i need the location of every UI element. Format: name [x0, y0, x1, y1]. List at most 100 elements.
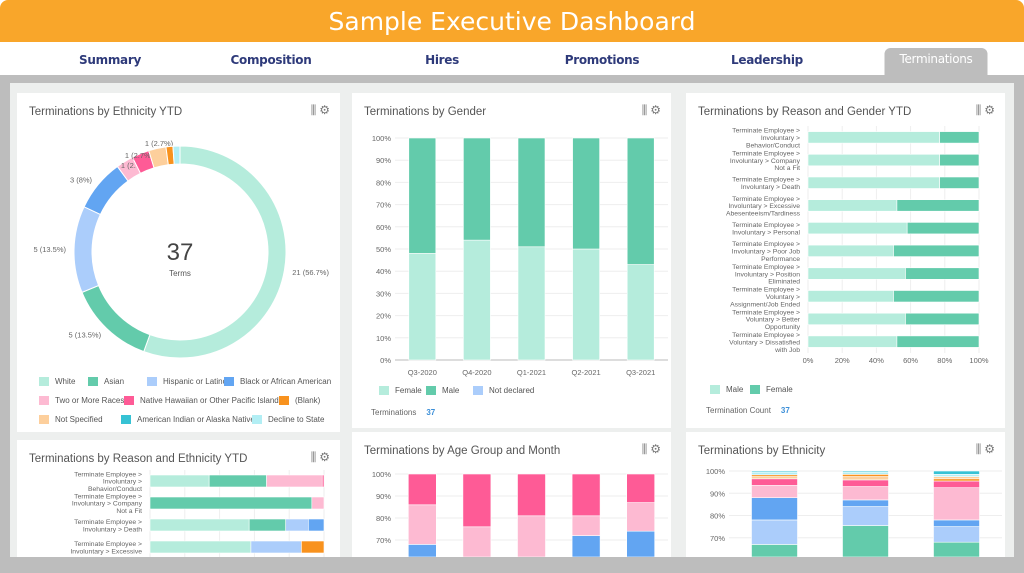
bar-segment[interactable]: [933, 476, 980, 480]
bar-segment[interactable]: [842, 506, 889, 526]
bar-segment[interactable]: [517, 246, 546, 361]
bar-segment[interactable]: [517, 137, 546, 248]
bar-segment[interactable]: [933, 474, 980, 477]
bar-segment[interactable]: [751, 470, 798, 473]
bar-segment[interactable]: [842, 471, 889, 475]
bar-segment[interactable]: [517, 515, 546, 557]
bar-segment[interactable]: [807, 153, 940, 167]
footer-value[interactable]: 37: [781, 406, 790, 415]
donut-slice[interactable]: [73, 206, 102, 294]
legend-item[interactable]: Hispanic or Latino: [147, 377, 227, 386]
bar-segment[interactable]: [572, 137, 600, 250]
bar-segment[interactable]: [807, 176, 940, 189]
legend-item[interactable]: Not Specified: [39, 415, 103, 424]
bar-segment[interactable]: [463, 137, 491, 241]
bar-segment[interactable]: [462, 526, 492, 557]
donut-slice[interactable]: [83, 165, 129, 216]
bar-segment[interactable]: [149, 540, 252, 554]
tab-terminations[interactable]: Terminations: [884, 48, 988, 75]
bar-segment[interactable]: [807, 222, 908, 235]
bar-segment[interactable]: [463, 239, 491, 361]
tab-promotions[interactable]: Promotions: [565, 53, 640, 67]
legend-item[interactable]: Black or African American: [224, 377, 331, 386]
bar-segment[interactable]: [807, 290, 894, 303]
bar-segment[interactable]: [321, 474, 325, 488]
tab-summary[interactable]: Summary: [79, 53, 141, 67]
bar-segment[interactable]: [893, 244, 980, 257]
bar-segment[interactable]: [626, 502, 656, 532]
bar-segment[interactable]: [842, 525, 889, 557]
bar-segment[interactable]: [571, 473, 601, 517]
bar-segment[interactable]: [248, 518, 287, 532]
tab-hires[interactable]: Hires: [425, 53, 459, 67]
legend-item[interactable]: Female: [750, 385, 793, 394]
bar-segment[interactable]: [842, 499, 889, 507]
donut-slice[interactable]: [143, 145, 287, 359]
bar-segment[interactable]: [933, 526, 980, 543]
bar-segment[interactable]: [149, 474, 210, 488]
bar-segment[interactable]: [842, 476, 889, 481]
bar-segment[interactable]: [149, 518, 250, 532]
bar-segment[interactable]: [208, 474, 267, 488]
bar-segment[interactable]: [250, 540, 302, 554]
bar-segment[interactable]: [807, 335, 898, 348]
donut-slice[interactable]: [81, 284, 151, 353]
bar-segment[interactable]: [933, 519, 980, 527]
bar-segment[interactable]: [311, 496, 325, 510]
legend-item[interactable]: Not declared: [473, 386, 534, 395]
bar-segment[interactable]: [751, 544, 798, 557]
bar-segment[interactable]: [842, 470, 889, 473]
bar-segment[interactable]: [626, 264, 655, 361]
legend-item[interactable]: Decline to State: [252, 415, 324, 424]
legend-item[interactable]: (Blank): [279, 396, 320, 405]
bar-segment[interactable]: [807, 244, 894, 257]
bar-segment[interactable]: [751, 497, 798, 521]
bar-segment[interactable]: [807, 312, 906, 325]
bar-segment[interactable]: [571, 535, 601, 557]
legend-item[interactable]: Native Hawaiian or Other Pacific Islande…: [124, 396, 286, 405]
bar-segment[interactable]: [939, 131, 980, 144]
bar-segment[interactable]: [896, 335, 980, 348]
bar-segment[interactable]: [842, 479, 889, 487]
bar-segment[interactable]: [407, 504, 437, 545]
bar-segment[interactable]: [933, 478, 980, 482]
bar-segment[interactable]: [893, 290, 980, 303]
bar-segment[interactable]: [939, 153, 980, 167]
bar-segment[interactable]: [149, 496, 313, 510]
legend-item[interactable]: Male: [710, 385, 743, 394]
bar-segment[interactable]: [933, 541, 980, 557]
bar-segment[interactable]: [572, 248, 600, 361]
legend-item[interactable]: Asian: [88, 377, 124, 386]
tab-composition[interactable]: Composition: [231, 53, 312, 67]
bar-segment[interactable]: [626, 473, 656, 503]
bar-segment[interactable]: [751, 471, 798, 476]
legend-item[interactable]: American Indian or Alaska Native: [121, 415, 255, 424]
bar-segment[interactable]: [462, 473, 492, 528]
bar-segment[interactable]: [939, 176, 980, 189]
bar-segment[interactable]: [933, 480, 980, 488]
footer-value[interactable]: 37: [426, 408, 435, 417]
bar-segment[interactable]: [571, 515, 601, 536]
donut-slice[interactable]: [172, 145, 181, 165]
legend-item[interactable]: White: [39, 377, 75, 386]
bar-segment[interactable]: [842, 474, 889, 477]
bar-segment[interactable]: [751, 476, 798, 480]
bar-segment[interactable]: [896, 199, 980, 212]
bar-segment[interactable]: [626, 530, 656, 557]
bar-segment[interactable]: [751, 485, 798, 499]
bar-segment[interactable]: [933, 470, 980, 475]
bar-segment[interactable]: [807, 267, 906, 280]
bar-segment[interactable]: [807, 199, 898, 212]
bar-segment[interactable]: [266, 474, 323, 488]
bar-segment[interactable]: [517, 473, 546, 517]
bar-segment[interactable]: [751, 478, 798, 486]
legend-item[interactable]: Male: [426, 386, 459, 395]
bar-segment[interactable]: [407, 473, 437, 506]
bar-segment[interactable]: [906, 222, 980, 235]
bar-segment[interactable]: [407, 544, 437, 557]
legend-item[interactable]: Female: [379, 386, 422, 395]
bar-segment[interactable]: [842, 486, 889, 501]
bar-segment[interactable]: [301, 540, 325, 554]
legend-item[interactable]: Two or More Races: [39, 396, 124, 405]
bar-segment[interactable]: [807, 131, 940, 144]
